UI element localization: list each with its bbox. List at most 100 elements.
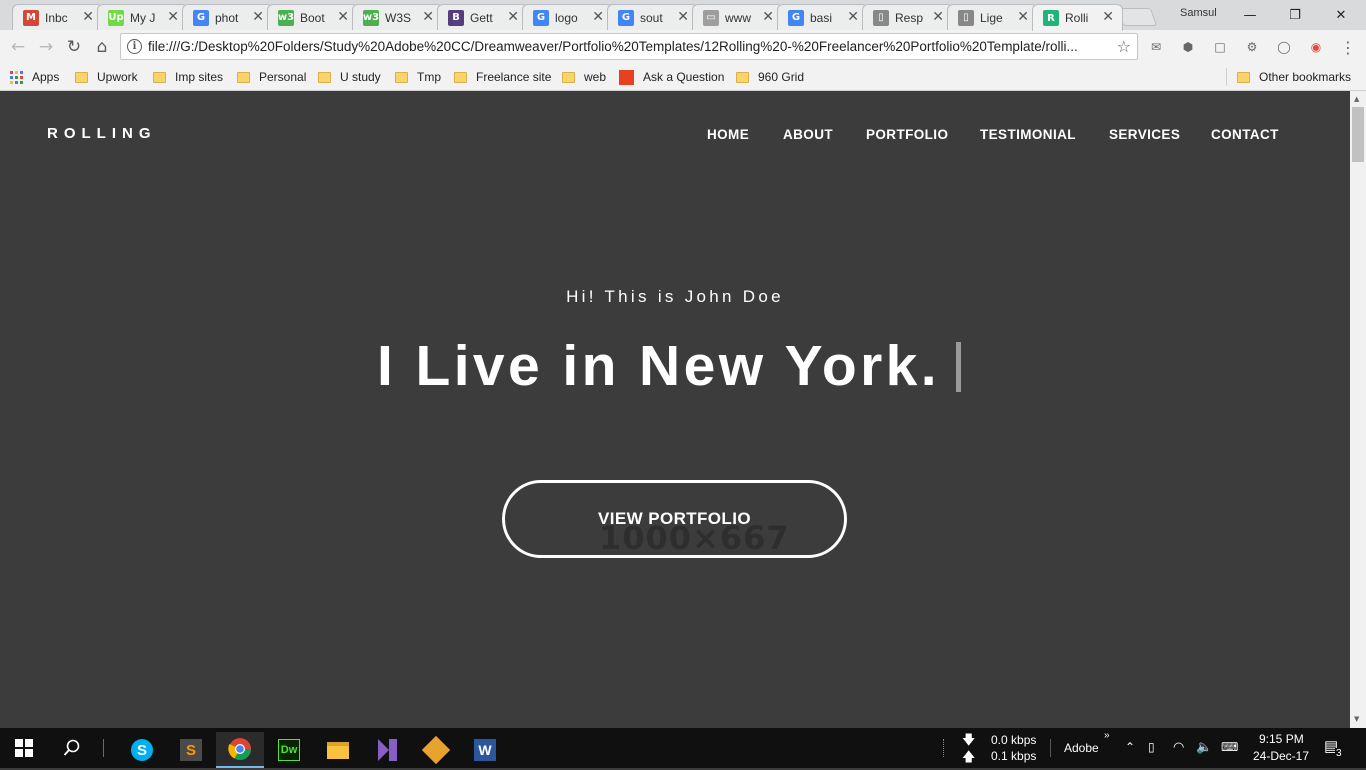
adobe-toolbar-label[interactable]: Adobe (1064, 741, 1099, 755)
settings-extension-icon[interactable]: ⚙ (1244, 39, 1260, 55)
bookmark-imp-sites[interactable]: Imp sites (153, 69, 223, 85)
back-button[interactable]: ← (7, 36, 29, 58)
close-tab-icon[interactable]: ✕ (167, 9, 179, 25)
clock-time[interactable]: 9:15 PM (1259, 732, 1304, 746)
bookmark-web[interactable]: web (562, 69, 606, 85)
bookmark-freelance-site[interactable]: Freelance site (454, 69, 551, 85)
close-tab-icon[interactable]: ✕ (1102, 9, 1114, 25)
file-explorer-taskbar-icon[interactable] (314, 732, 362, 768)
profile-name[interactable]: Samsul (1180, 7, 1217, 19)
site-logo[interactable]: ROLLING (47, 125, 157, 142)
upload-arrow-icon: 🡅 (962, 750, 976, 765)
view-portfolio-button[interactable]: VIEW PORTFOLIO (502, 480, 847, 558)
folder-icon (395, 71, 408, 83)
google-icon: G (193, 9, 209, 26)
wifi-icon[interactable]: ◠ (1173, 739, 1184, 755)
bookmark-upwork[interactable]: Upwork (75, 69, 138, 85)
nav-home[interactable]: HOME (707, 127, 749, 142)
browser-tab[interactable]: R Rolli ✕ (1032, 4, 1123, 31)
keyboard-icon[interactable]: ⌨ (1221, 740, 1238, 754)
close-tab-icon[interactable]: ✕ (507, 9, 519, 25)
chrome-taskbar-icon[interactable] (216, 732, 264, 768)
toolbar-expand-icon[interactable]: » (1104, 730, 1110, 741)
close-tab-icon[interactable]: ✕ (592, 9, 604, 25)
close-tab-icon[interactable]: ✕ (252, 9, 264, 25)
browser-tab[interactable]: w3 W3S ✕ (352, 4, 443, 30)
reload-button[interactable]: ↻ (63, 36, 85, 58)
bookmark-star-icon[interactable]: ☆ (1117, 37, 1131, 56)
browser-tab[interactable]: Gphot ✕ (182, 4, 273, 30)
extension-circle-icon[interactable]: ◯ (1276, 39, 1292, 55)
browser-tab[interactable]: ▯ Resp ✕ (862, 4, 953, 30)
rolling-icon: R (1043, 10, 1059, 26)
browser-tab[interactable]: B Gett ✕ (437, 4, 528, 30)
bookmark-personal[interactable]: Personal (237, 69, 306, 85)
extension-cube-icon[interactable]: ⬢ (1180, 39, 1196, 55)
bookmark-apps[interactable]: Apps (10, 69, 59, 85)
close-tab-icon[interactable]: ✕ (1017, 9, 1029, 25)
close-tab-icon[interactable]: ✕ (932, 9, 944, 25)
close-tab-icon[interactable]: ✕ (422, 9, 434, 25)
close-tab-icon[interactable]: ✕ (82, 9, 94, 25)
browser-tab[interactable]: Gbasi ✕ (777, 4, 868, 30)
extension-red-icon[interactable]: ◉ (1308, 39, 1324, 55)
minimize-button[interactable]: — (1227, 0, 1273, 30)
gmail-extension-icon[interactable]: ✉ (1148, 39, 1164, 55)
forward-button[interactable]: → (35, 36, 57, 58)
scroll-down-arrow-icon[interactable]: ▼ (1354, 715, 1359, 723)
scrollbar-thumb[interactable] (1352, 107, 1364, 162)
browser-tab[interactable]: Glogo ✕ (522, 4, 613, 30)
maximize-button[interactable]: ❐ (1272, 0, 1318, 30)
nav-portfolio[interactable]: PORTFOLIO (866, 127, 948, 142)
bookmark-label: Personal (259, 70, 307, 84)
browser-tab[interactable]: M Inbc ✕ (12, 4, 103, 30)
folder-icon (237, 71, 250, 83)
close-tab-icon[interactable]: ✕ (762, 9, 774, 25)
browser-tab[interactable]: ▯ Lige ✕ (947, 4, 1038, 30)
browser-tab[interactable]: Up My J ✕ (97, 4, 188, 30)
close-tab-icon[interactable]: ✕ (337, 9, 349, 25)
close-tab-icon[interactable]: ✕ (677, 9, 689, 25)
bookmark-u-study[interactable]: U study (318, 69, 381, 85)
search-button[interactable] (48, 728, 96, 768)
chrome-menu-icon[interactable]: ⋮ (1340, 38, 1356, 57)
word-taskbar-icon[interactable]: W (461, 732, 509, 768)
search-icon (63, 739, 80, 756)
bookmark-960-grid[interactable]: 960 Grid (736, 69, 804, 85)
address-bar[interactable]: i file:///G:/Desktop%20Folders/Study%20A… (120, 33, 1138, 60)
scroll-up-arrow-icon[interactable]: ▲ (1354, 95, 1359, 103)
dreamweaver-taskbar-icon[interactable]: Dw (265, 732, 313, 768)
battery-icon[interactable]: ▯ (1148, 740, 1155, 754)
bookmark-tmp[interactable]: Tmp (395, 69, 441, 85)
clock-date[interactable]: 24-Dec-17 (1253, 749, 1309, 763)
sublime-taskbar-icon[interactable]: S (167, 732, 215, 768)
skype-taskbar-icon[interactable]: S (118, 732, 166, 768)
tool-taskbar-icon[interactable] (412, 732, 460, 768)
folder-icon (75, 71, 88, 83)
bookmark-ask-a-question[interactable]: Ask a Question (619, 69, 724, 85)
home-button[interactable]: ⌂ (91, 36, 113, 58)
tab-strip: M Inbc ✕ Up My J ✕ Gphot ✕ w3 Boot ✕ w3 W3S ✕ B Gett ✕ Gl… (0, 0, 1366, 31)
show-hidden-icons-icon[interactable]: ⌃ (1125, 740, 1135, 754)
browser-tab[interactable]: Gsout ✕ (607, 4, 698, 30)
nav-contact[interactable]: CONTACT (1211, 127, 1279, 142)
close-window-button[interactable]: ✕ (1318, 0, 1364, 30)
close-tab-icon[interactable]: ✕ (847, 9, 859, 25)
browser-tab[interactable]: w3 Boot ✕ (267, 4, 358, 30)
notification-count: 3 (1335, 748, 1343, 759)
folder-icon (153, 71, 166, 83)
other-bookmarks[interactable]: Other bookmarks (1226, 68, 1351, 86)
start-button[interactable] (0, 728, 48, 768)
browser-tab[interactable]: ▭ www ✕ (692, 4, 783, 30)
volume-icon[interactable]: 🔈 (1196, 739, 1212, 755)
pdf-extension-icon[interactable]: □ (1212, 39, 1228, 55)
tab-title: My J (130, 10, 156, 25)
nav-services[interactable]: SERVICES (1109, 127, 1180, 142)
folder-icon (1237, 71, 1250, 83)
visual-studio-taskbar-icon[interactable] (363, 732, 411, 768)
site-info-icon[interactable]: i (127, 39, 142, 54)
page-scrollbar[interactable]: ▲ ▼ (1350, 91, 1366, 728)
nav-about[interactable]: ABOUT (783, 127, 833, 142)
nav-testimonial[interactable]: TESTIMONIAL (980, 127, 1076, 142)
url-text[interactable]: file:///G:/Desktop%20Folders/Study%20Ado… (148, 39, 1103, 54)
